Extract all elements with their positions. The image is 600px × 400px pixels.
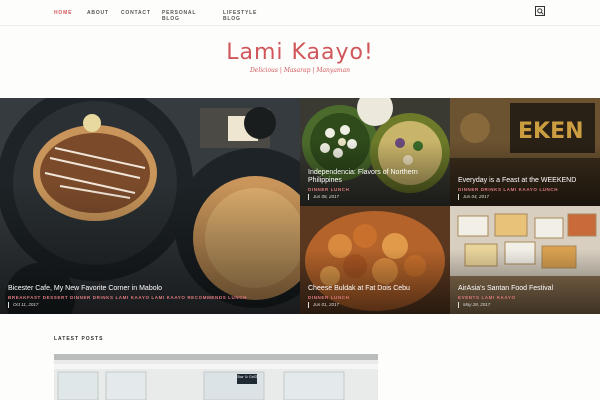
post-image bbox=[54, 354, 378, 400]
featured-post-4[interactable]: Cheese Buldak at Fat Dois Cebu DINNER LU… bbox=[300, 206, 450, 314]
featured-post-large[interactable]: Bicester Cafe, My New Favorite Corner in… bbox=[0, 98, 300, 314]
latest-posts-heading: LATEST POSTS bbox=[54, 336, 104, 342]
post-categories[interactable]: BREAKFAST DESSERT DINNER DRINKS LAMI KAA… bbox=[8, 295, 294, 301]
post-categories[interactable]: DINNER LUNCH bbox=[308, 295, 444, 301]
post-info: Independencia: Flavors of Northern Phili… bbox=[308, 169, 444, 200]
nav-lifestyle-blog[interactable]: LIFESTYLE BLOG bbox=[223, 10, 259, 22]
post-date: Jun 04, 2017 bbox=[458, 194, 594, 200]
nav-personal-blog[interactable]: PERSONAL BLOG bbox=[162, 10, 196, 22]
search-button[interactable] bbox=[535, 6, 545, 16]
top-navigation: HOME ABOUT CONTACT PERSONAL BLOG LIFESTY… bbox=[0, 0, 600, 26]
post-info: Everyday is a Feast at the WEEKEND DINNE… bbox=[458, 177, 594, 200]
nav-contact[interactable]: CONTACT bbox=[121, 10, 151, 16]
post-date: Jun 01, 2017 bbox=[308, 302, 444, 308]
bar-grill-sign: Bar & Grill bbox=[237, 375, 257, 379]
featured-posts-grid: Bicester Cafe, My New Favorite Corner in… bbox=[0, 98, 600, 314]
post-title[interactable]: Everyday is a Feast at the WEEKEND bbox=[458, 177, 594, 185]
site-tagline: Delicious | Masarap | Manyaman bbox=[249, 67, 351, 74]
featured-post-2[interactable]: Independencia: Flavors of Northern Phili… bbox=[300, 98, 450, 206]
post-title[interactable]: Cheese Buldak at Fat Dois Cebu bbox=[308, 285, 444, 293]
site-branding: Lami Kaayo! Delicious | Masarap | Manyam… bbox=[0, 40, 600, 74]
post-title[interactable]: Independencia: Flavors of Northern Phili… bbox=[308, 169, 444, 185]
latest-post-image[interactable]: Bar & Grill bbox=[54, 354, 378, 400]
post-categories[interactable]: EVENTS LAMI KAAYO bbox=[458, 295, 594, 301]
post-categories[interactable]: DINNER DRINKS LAMI KAAYO LUNCH bbox=[458, 187, 594, 193]
post-date: Jun 08, 2017 bbox=[308, 194, 444, 200]
site-title[interactable]: Lami Kaayo! bbox=[0, 40, 600, 65]
nav-about[interactable]: ABOUT bbox=[87, 10, 109, 16]
nav-home[interactable]: HOME bbox=[54, 10, 72, 16]
featured-post-5[interactable]: AirAsia's Santan Food Festival EVENTS LA… bbox=[450, 206, 600, 314]
post-date: May 28, 2017 bbox=[458, 302, 594, 308]
featured-post-3[interactable]: EKEN Everyday is a Feast at the WEEKEND … bbox=[450, 98, 600, 206]
post-info: Bicester Cafe, My New Favorite Corner in… bbox=[8, 285, 294, 308]
post-title[interactable]: Bicester Cafe, My New Favorite Corner in… bbox=[8, 285, 294, 293]
post-title[interactable]: AirAsia's Santan Food Festival bbox=[458, 285, 594, 293]
search-icon bbox=[536, 7, 544, 15]
post-info: AirAsia's Santan Food Festival EVENTS LA… bbox=[458, 285, 594, 308]
post-categories[interactable]: DINNER LUNCH bbox=[308, 187, 444, 193]
post-date: Oct 11, 2017 bbox=[8, 302, 294, 308]
post-info: Cheese Buldak at Fat Dois Cebu DINNER LU… bbox=[308, 285, 444, 308]
